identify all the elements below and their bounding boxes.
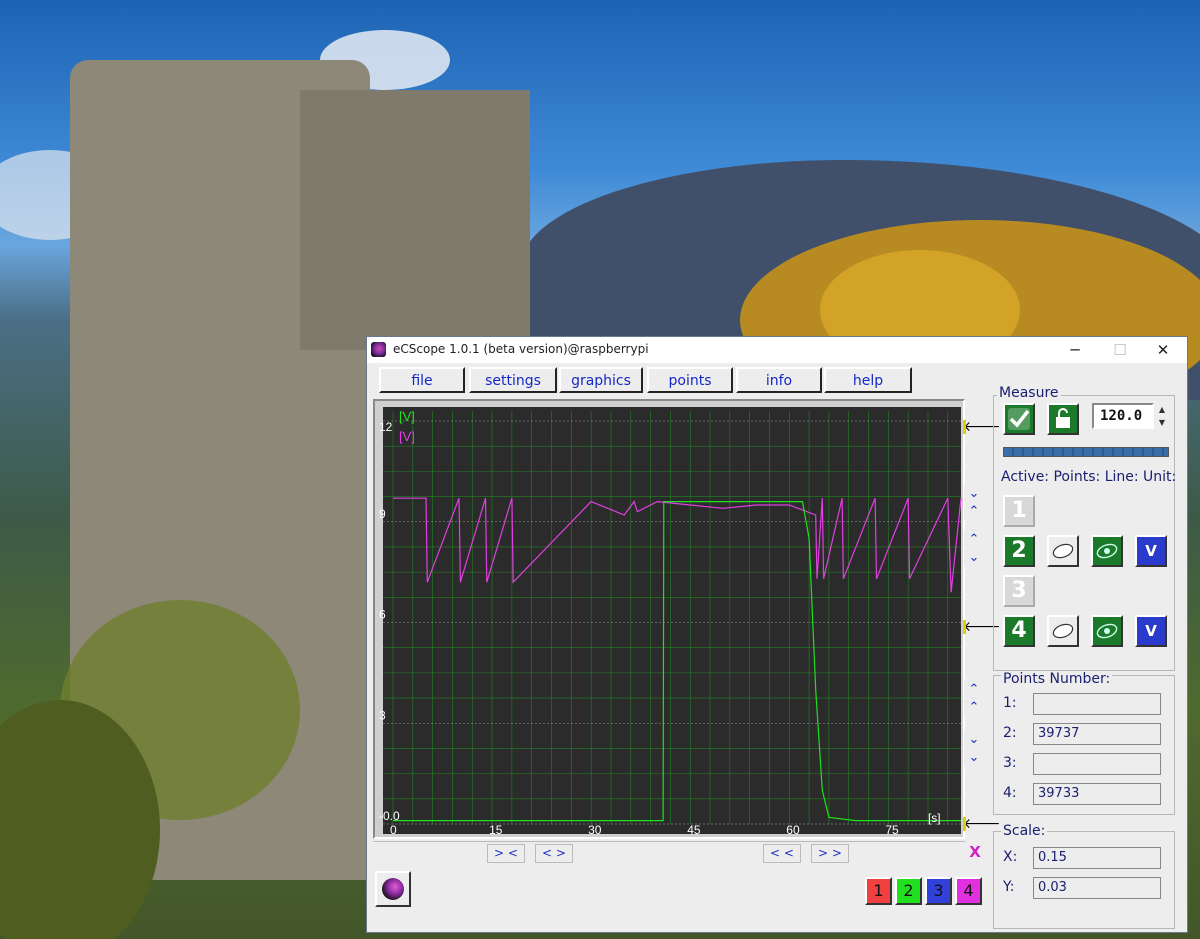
- maximize-button[interactable]: ☐: [1100, 339, 1140, 361]
- channel-2-button[interactable]: 2: [895, 877, 922, 905]
- shift-down-button[interactable]: ⌄: [964, 549, 984, 566]
- measure-confirm-button[interactable]: [1003, 403, 1035, 435]
- scale-y-field[interactable]: 0.03: [1033, 877, 1161, 899]
- scale-x-field[interactable]: 0.15: [1033, 847, 1161, 869]
- menu-settings[interactable]: settings: [469, 367, 557, 393]
- points-field-4: 39733: [1033, 783, 1161, 805]
- points-label-1: 1:: [1003, 695, 1017, 711]
- y-tick-label: 3: [379, 708, 386, 722]
- app-window: eCScope 1.0.1 (beta version)@raspberrypi…: [366, 336, 1188, 933]
- active-header: Active: Points: Line: Unit:: [1001, 469, 1177, 485]
- menu-graphics[interactable]: graphics: [559, 367, 643, 393]
- points-label-3: 3:: [1003, 755, 1017, 771]
- points-ellipse-icon: [1052, 543, 1074, 559]
- points-label-4: 4:: [1003, 785, 1017, 801]
- shift-down-button-3[interactable]: ⌄: [964, 749, 984, 766]
- points-field-3: [1033, 753, 1161, 775]
- points-label-2: 2:: [1003, 725, 1017, 741]
- vertical-controls: 🡐 ⌄ ⌃ ⌃ ⌄ 🡐 ⌃ ⌃ ⌄ ⌄ 🡐: [963, 413, 1001, 841]
- x-unit-label: [s]: [928, 811, 941, 825]
- scale-up-button-2[interactable]: ⌃: [964, 681, 984, 698]
- channel-2-active-toggle[interactable]: 2: [1003, 535, 1035, 567]
- y-tick-label: 6: [379, 608, 386, 622]
- oscilloscope-panel: 12 9 6 3 -0.0 0 15 30 45 60 75 [s] [V] [V]: [373, 399, 965, 839]
- scroll-left-button[interactable]: < <: [763, 844, 801, 863]
- x-tick-label: 60: [786, 823, 800, 837]
- close-window-button[interactable]: ✕: [1143, 339, 1183, 361]
- y-unit-ch2: [V]: [399, 409, 415, 424]
- channel-3-active-toggle[interactable]: 3: [1003, 575, 1035, 607]
- channel-4-active-toggle[interactable]: 4: [1003, 615, 1035, 647]
- x-tick-label: 30: [588, 823, 602, 837]
- oscilloscope-plot[interactable]: 12 9 6 3 -0.00 15 30 45 60 75 [s] [V] [V]: [375, 401, 963, 837]
- horizontal-scroll-bar[interactable]: > < < > < < > >: [373, 841, 965, 864]
- channel-4-line-toggle[interactable]: [1091, 615, 1123, 647]
- scale-title: Scale:: [1001, 823, 1048, 839]
- y-tick-label: 9: [379, 507, 386, 521]
- close-scroll-button[interactable]: X: [965, 843, 985, 861]
- channel-2-line-toggle[interactable]: [1091, 535, 1123, 567]
- scale-down-button[interactable]: ⌄: [964, 485, 984, 502]
- minimize-button[interactable]: ─: [1055, 339, 1095, 361]
- channel-3-button[interactable]: 3: [925, 877, 952, 905]
- measure-spinner[interactable]: ▲ ▼: [1156, 403, 1168, 429]
- measure-title: Measure: [997, 385, 1061, 401]
- scale-up-button[interactable]: ⌃: [964, 503, 984, 520]
- menu-help[interactable]: help: [824, 367, 912, 393]
- marker-arrow-bottom[interactable]: 🡐: [963, 815, 1001, 833]
- shift-up-button[interactable]: ⌃: [964, 531, 984, 548]
- app-logo-icon: [371, 342, 386, 357]
- channel-4-points-toggle[interactable]: [1047, 615, 1079, 647]
- lock-button[interactable]: [1047, 403, 1079, 435]
- checkmark-icon: [1008, 408, 1030, 430]
- x-tick-label: 0: [390, 823, 397, 837]
- channel-1-button[interactable]: 1: [865, 877, 892, 905]
- channel-2-points-toggle[interactable]: [1047, 535, 1079, 567]
- channel-2-unit-button[interactable]: V: [1135, 535, 1167, 567]
- scale-up-button-3[interactable]: ⌃: [964, 699, 984, 716]
- scroll-right-button[interactable]: > >: [811, 844, 849, 863]
- y-unit-ch4: [V]: [399, 429, 415, 444]
- plot-grid: [375, 401, 963, 837]
- measure-value-input[interactable]: 120.0: [1092, 403, 1154, 429]
- window-title: eCScope 1.0.1 (beta version)@raspberrypi: [393, 342, 649, 356]
- channel-1-active-toggle[interactable]: 1: [1003, 495, 1035, 527]
- marker-arrow-middle[interactable]: 🡐: [963, 618, 1001, 636]
- channel-4-button[interactable]: 4: [955, 877, 982, 905]
- points-field-1: [1033, 693, 1161, 715]
- app-logo-button[interactable]: [375, 871, 411, 907]
- line-eye-icon: [1096, 623, 1118, 639]
- points-title: Points Number:: [1001, 671, 1113, 687]
- line-eye-icon: [1096, 543, 1118, 559]
- marker-arrow-top[interactable]: 🡐: [963, 418, 1001, 436]
- plot-background: [383, 407, 961, 834]
- lock-icon: [1056, 408, 1070, 428]
- measure-progress-bar: [1003, 447, 1169, 457]
- points-field-2: 39737: [1033, 723, 1161, 745]
- scale-x-label: X:: [1003, 849, 1018, 865]
- x-tick-label: 15: [489, 823, 503, 837]
- y-tick-label: 12: [379, 420, 393, 434]
- shift-down-button-2[interactable]: ⌄: [964, 731, 984, 748]
- title-bar: eCScope 1.0.1 (beta version)@raspberrypi…: [367, 337, 1187, 363]
- menu-info[interactable]: info: [736, 367, 822, 393]
- points-ellipse-icon: [1052, 623, 1074, 639]
- scale-y-label: Y:: [1003, 879, 1015, 895]
- menu-file[interactable]: file: [379, 367, 465, 393]
- x-tick-label: 75: [885, 823, 899, 837]
- scroll-zoom-in-button[interactable]: > <: [487, 844, 525, 863]
- channel-4-unit-button[interactable]: V: [1135, 615, 1167, 647]
- menu-points[interactable]: points: [647, 367, 733, 393]
- y-tick-label: -0.0: [379, 809, 400, 823]
- scroll-zoom-out-button[interactable]: < >: [535, 844, 573, 863]
- x-tick-label: 45: [687, 823, 701, 837]
- app-logo-icon-large: [382, 878, 404, 900]
